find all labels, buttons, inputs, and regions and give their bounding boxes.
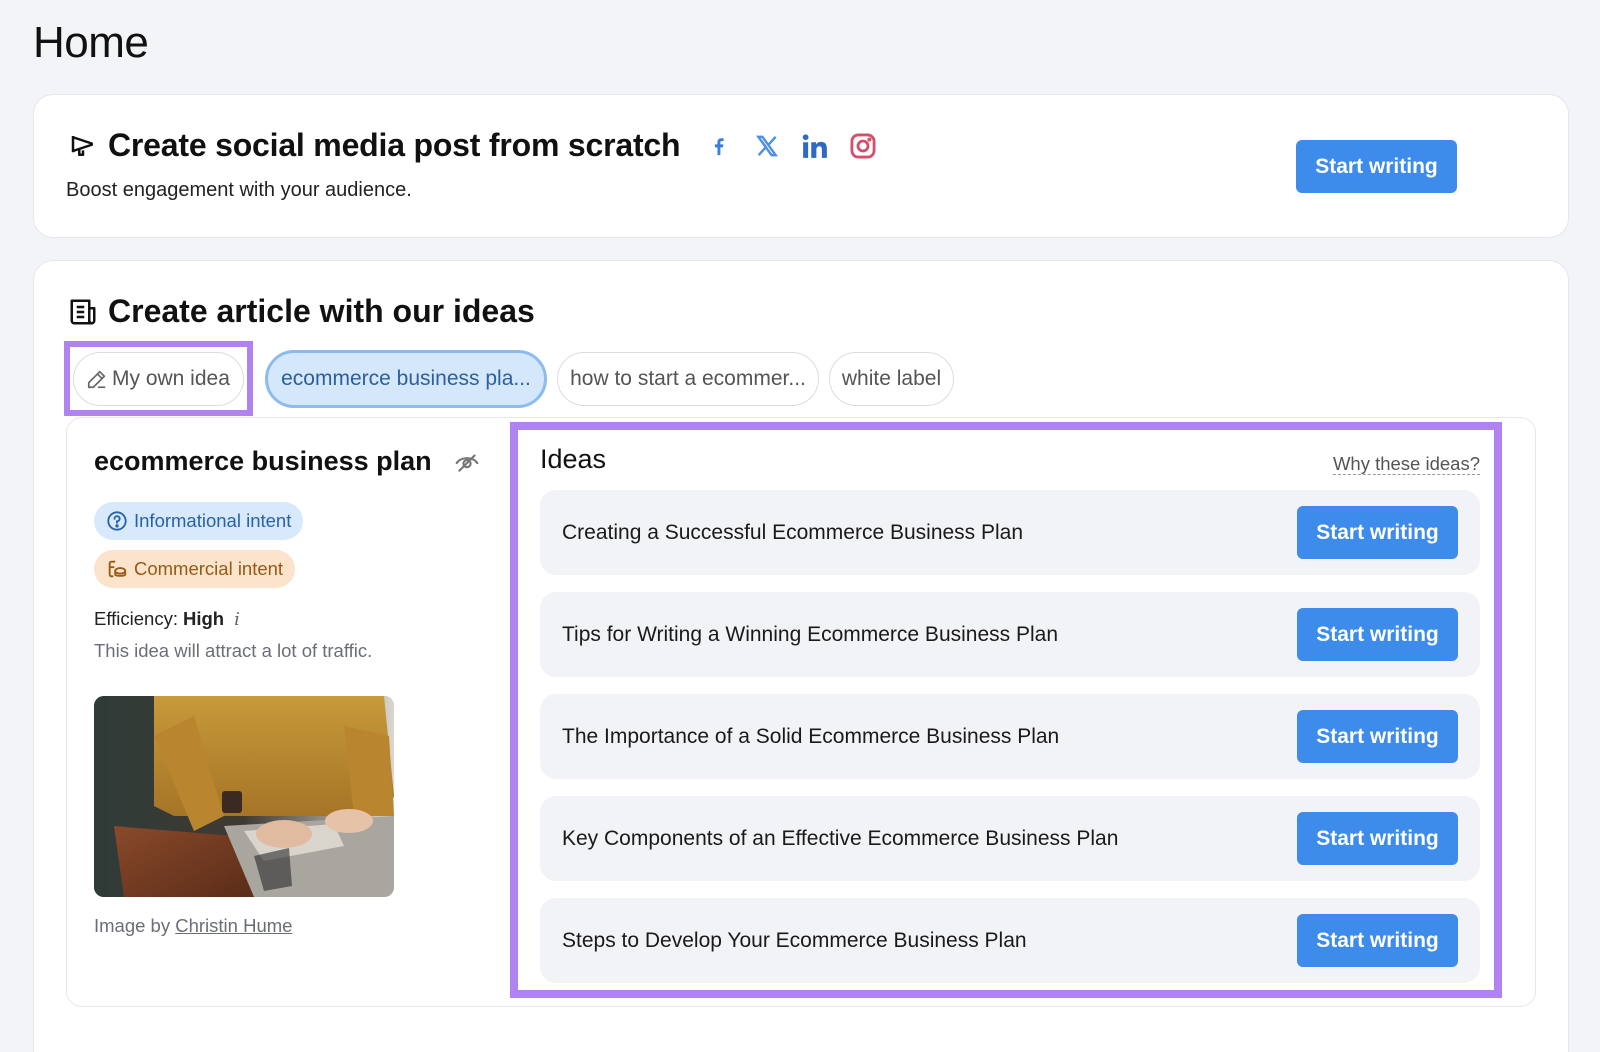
page-title: Home xyxy=(33,18,149,67)
keyword-details: ecommerce business plan Informational in… xyxy=(94,446,494,937)
idea-start-writing-button[interactable]: Start writing xyxy=(1297,506,1458,559)
eye-off-icon[interactable] xyxy=(454,449,480,475)
efficiency-description: This idea will attract a lot of traffic. xyxy=(94,640,373,661)
efficiency-value: High xyxy=(182,608,225,629)
idea-item: Tips for Writing a Winning Ecommerce Bus… xyxy=(540,592,1480,677)
idea-item: Steps to Develop Your Ecommerce Business… xyxy=(540,898,1480,983)
idea-title: Tips for Writing a Winning Ecommerce Bus… xyxy=(562,622,1059,646)
social-post-subtitle: Boost engagement with your audience. xyxy=(66,179,412,201)
chip-label: how to start a ecommer... xyxy=(570,366,806,390)
chip-label: white label xyxy=(841,366,942,390)
idea-item: The Importance of a Solid Ecommerce Busi… xyxy=(540,694,1480,779)
efficiency-label: Efficiency: xyxy=(94,608,178,629)
image-credit: Image by Christin Hume xyxy=(94,915,494,937)
social-post-header: Create social media post from scratch xyxy=(68,127,878,164)
keyword-panel: ecommerce business plan Informational in… xyxy=(66,417,1536,1007)
idea-title: Key Components of an Effective Ecommerce… xyxy=(562,826,1119,850)
social-start-writing-button[interactable]: Start writing xyxy=(1296,140,1457,193)
article-ideas-card: Create article with our ideas My own ide… xyxy=(33,260,1569,1052)
ideas-list: Creating a Successful Ecommerce Business… xyxy=(540,490,1480,1000)
badge-label: Informational intent xyxy=(134,510,292,531)
social-network-icons xyxy=(704,131,878,161)
pencil-icon xyxy=(87,370,106,388)
chip-how-to-start-ecommerce[interactable]: how to start a ecommer... xyxy=(557,351,819,406)
idea-title: Steps to Develop Your Ecommerce Business… xyxy=(562,928,1027,952)
coins-icon xyxy=(108,560,127,578)
linkedin-icon xyxy=(800,131,830,161)
idea-title: The Importance of a Solid Ecommerce Busi… xyxy=(562,724,1060,748)
article-ideas-header: Create article with our ideas xyxy=(68,293,535,330)
why-these-ideas-link[interactable]: Why these ideas? xyxy=(1332,453,1480,476)
image-credit-prefix: Image by xyxy=(94,915,171,936)
x-twitter-icon xyxy=(752,131,782,161)
idea-start-writing-button[interactable]: Start writing xyxy=(1297,608,1458,661)
idea-title: Creating a Successful Ecommerce Business… xyxy=(562,520,1024,544)
megaphone-icon xyxy=(68,131,98,161)
keyword-title-row: ecommerce business plan xyxy=(94,446,494,477)
chip-white-label[interactable]: white label xyxy=(829,351,954,406)
chip-label: My own idea xyxy=(112,366,230,390)
idea-item: Creating a Successful Ecommerce Business… xyxy=(540,490,1480,575)
commercial-intent-badge: Commercial intent xyxy=(94,550,296,588)
idea-start-writing-button[interactable]: Start writing xyxy=(1297,914,1458,967)
chip-ecommerce-business-plan[interactable]: ecommerce business pla... xyxy=(265,349,547,408)
keyword-photo xyxy=(94,696,394,897)
image-credit-author-link[interactable]: Christin Hume xyxy=(175,915,292,936)
idea-start-writing-button[interactable]: Start writing xyxy=(1297,812,1458,865)
my-own-idea-highlight: My own idea xyxy=(64,341,253,416)
badge-label: Commercial intent xyxy=(134,558,284,579)
chip-label: ecommerce business pla... xyxy=(281,366,531,390)
informational-intent-badge: Informational intent xyxy=(94,502,304,540)
facebook-icon xyxy=(704,131,734,161)
social-post-title: Create social media post from scratch xyxy=(108,127,681,163)
article-ideas-title: Create article with our ideas xyxy=(108,293,535,329)
keyword-title: ecommerce business plan xyxy=(94,446,432,476)
info-icon[interactable]: i xyxy=(234,609,240,630)
question-circle-icon xyxy=(107,511,127,531)
topic-chips: My own idea ecommerce business pla... ho… xyxy=(64,341,964,416)
efficiency-row: Efficiency: High i xyxy=(94,608,494,630)
document-icon xyxy=(68,297,98,327)
instagram-icon xyxy=(848,131,878,161)
ideas-heading: Ideas xyxy=(540,444,607,474)
chip-my-own-idea[interactable]: My own idea xyxy=(73,351,244,406)
idea-start-writing-button[interactable]: Start writing xyxy=(1297,710,1458,763)
social-post-card: Create social media post from scratch Bo… xyxy=(33,94,1569,238)
idea-item: Key Components of an Effective Ecommerce… xyxy=(540,796,1480,881)
ideas-panel: Ideas Why these ideas? Creating a Succes… xyxy=(510,422,1502,998)
